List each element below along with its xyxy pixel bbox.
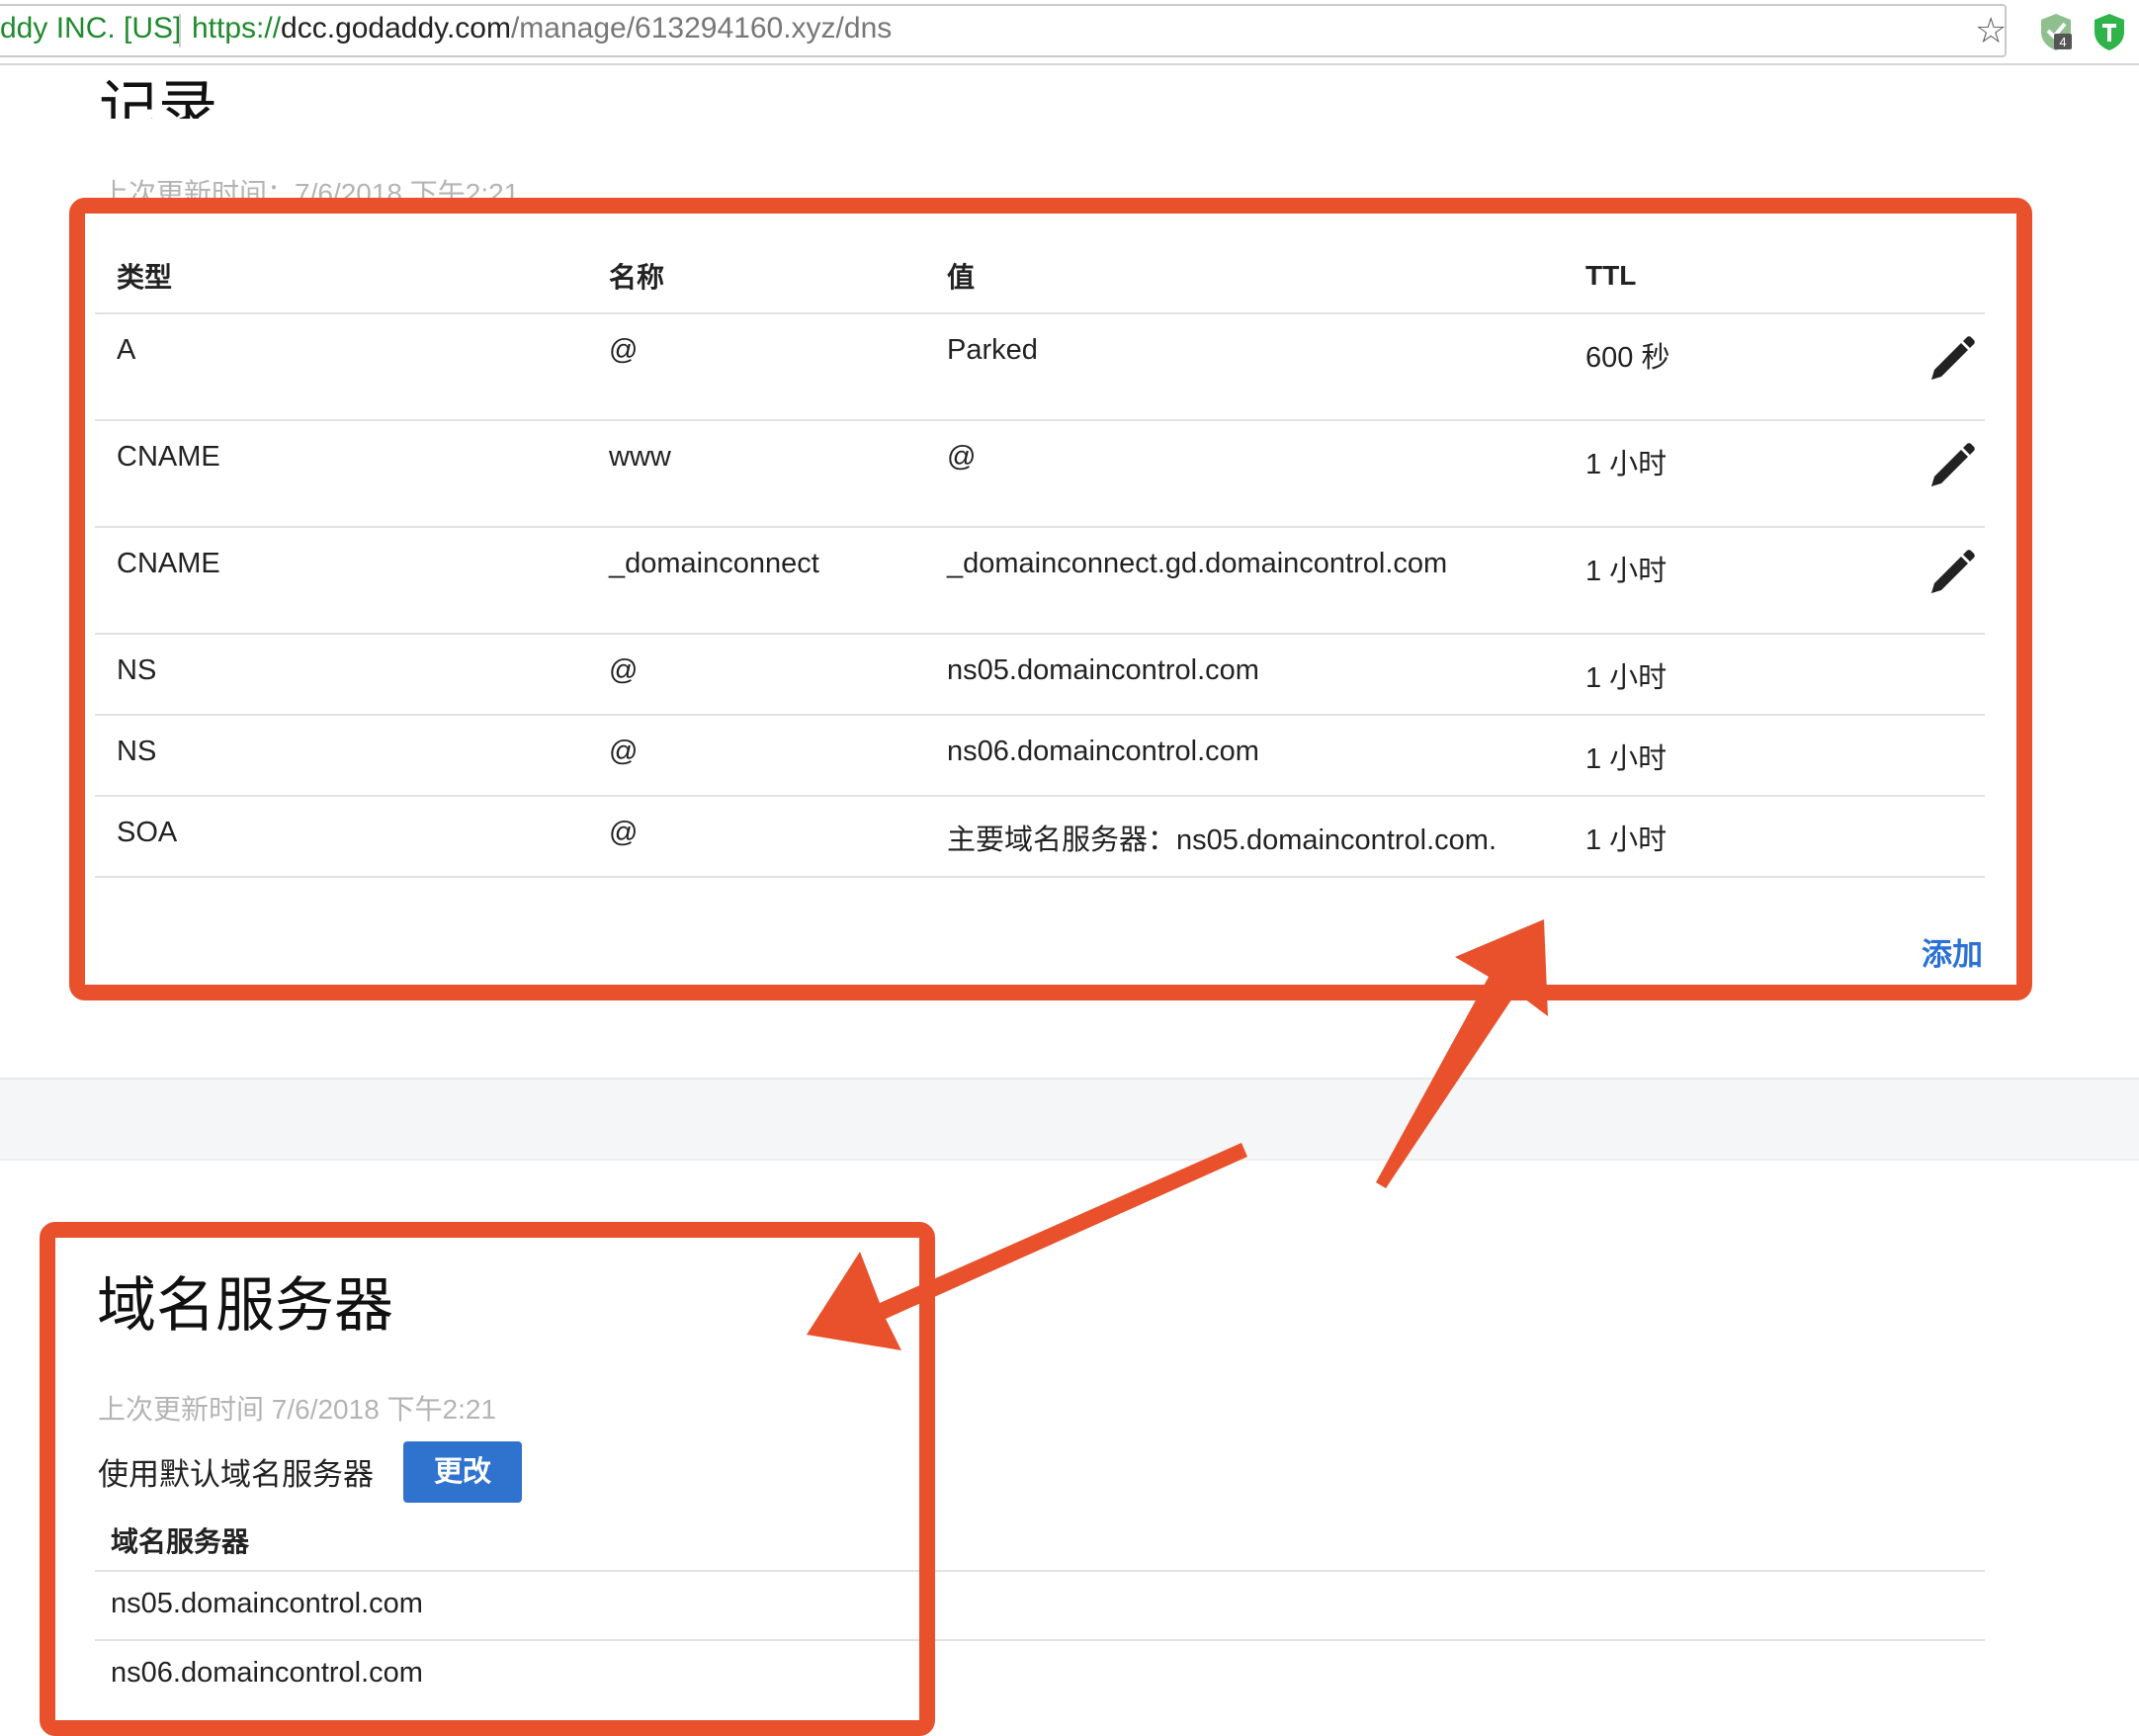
annotation-arrow-down xyxy=(807,1143,1247,1350)
annotation-arrow-up xyxy=(1376,919,1548,1188)
annotation-arrows xyxy=(807,919,1548,1350)
